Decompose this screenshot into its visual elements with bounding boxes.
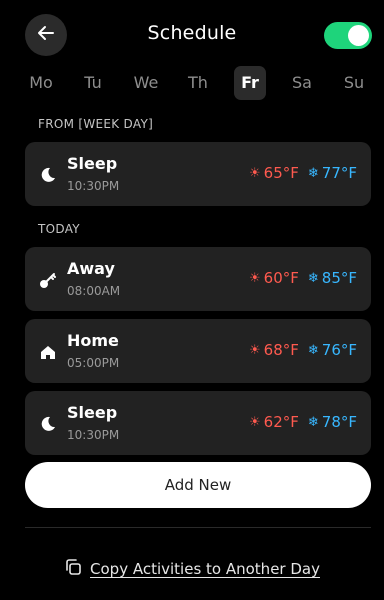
copy-icon — [64, 558, 82, 580]
card-temps: ☀ 60°F ❄ 85°F — [249, 269, 357, 287]
divider — [25, 527, 371, 528]
day-su[interactable]: Su — [338, 66, 370, 100]
heat-setpoint: ☀ 62°F — [249, 413, 299, 431]
cool-value: 76°F — [321, 341, 357, 359]
day-th[interactable]: Th — [182, 66, 214, 100]
cool-setpoint: ❄ 85°F — [308, 269, 357, 287]
card-time: 05:00PM — [67, 356, 120, 370]
snowflake-icon: ❄ — [307, 414, 319, 430]
day-sa[interactable]: Sa — [286, 66, 318, 100]
sun-icon: ☀ — [249, 165, 261, 181]
sun-icon: ☀ — [249, 342, 261, 358]
card-name: Away — [67, 259, 115, 278]
sun-icon: ☀ — [249, 270, 261, 286]
home-icon — [39, 343, 57, 361]
day-selector: Mo Tu We Th Fr Sa Su — [0, 66, 384, 100]
key-icon — [39, 271, 57, 289]
card-name: Home — [67, 331, 119, 350]
copy-activities-label: Copy Activities to Another Day — [90, 560, 320, 578]
card-name: Sleep — [67, 403, 118, 422]
card-name: Sleep — [67, 154, 118, 173]
cool-value: 85°F — [321, 269, 357, 287]
schedule-toggle[interactable] — [324, 22, 372, 49]
snowflake-icon: ❄ — [307, 165, 319, 181]
day-fr[interactable]: Fr — [234, 66, 266, 100]
header: Schedule — [0, 0, 384, 70]
toggle-knob — [348, 25, 369, 46]
heat-setpoint: ☀ 68°F — [249, 341, 299, 359]
schedule-card[interactable]: Sleep 10:30PM ☀ 62°F ❄ 78°F — [25, 391, 371, 455]
heat-value: 60°F — [263, 269, 299, 287]
schedule-card[interactable]: Sleep 10:30PM ☀ 65°F ❄ 77°F — [25, 142, 371, 206]
sun-icon: ☀ — [249, 414, 261, 430]
cool-setpoint: ❄ 78°F — [308, 413, 357, 431]
schedule-card[interactable]: Home 05:00PM ☀ 68°F ❄ 76°F — [25, 319, 371, 383]
moon-icon — [39, 415, 57, 433]
schedule-card[interactable]: Away 08:00AM ☀ 60°F ❄ 85°F — [25, 247, 371, 311]
section-label-from: FROM [WEEK DAY] — [38, 117, 154, 131]
card-time: 10:30PM — [67, 428, 120, 442]
copy-activities-link[interactable]: Copy Activities to Another Day — [0, 558, 384, 580]
cool-setpoint: ❄ 77°F — [308, 164, 357, 182]
section-label-today: TODAY — [38, 222, 80, 236]
snowflake-icon: ❄ — [307, 270, 319, 286]
heat-value: 65°F — [263, 164, 299, 182]
card-time: 08:00AM — [67, 284, 121, 298]
heat-value: 68°F — [263, 341, 299, 359]
cool-setpoint: ❄ 76°F — [308, 341, 357, 359]
moon-icon — [39, 166, 57, 184]
heat-value: 62°F — [263, 413, 299, 431]
card-temps: ☀ 62°F ❄ 78°F — [249, 413, 357, 431]
cool-value: 77°F — [321, 164, 357, 182]
heat-setpoint: ☀ 60°F — [249, 269, 299, 287]
card-time: 10:30PM — [67, 179, 120, 193]
card-temps: ☀ 68°F ❄ 76°F — [249, 341, 357, 359]
snowflake-icon: ❄ — [307, 342, 319, 358]
add-new-button[interactable]: Add New — [25, 462, 371, 508]
day-tu[interactable]: Tu — [77, 66, 109, 100]
day-mo[interactable]: Mo — [25, 66, 57, 100]
heat-setpoint: ☀ 65°F — [249, 164, 299, 182]
cool-value: 78°F — [321, 413, 357, 431]
day-we[interactable]: We — [130, 66, 162, 100]
card-temps: ☀ 65°F ❄ 77°F — [249, 164, 357, 182]
